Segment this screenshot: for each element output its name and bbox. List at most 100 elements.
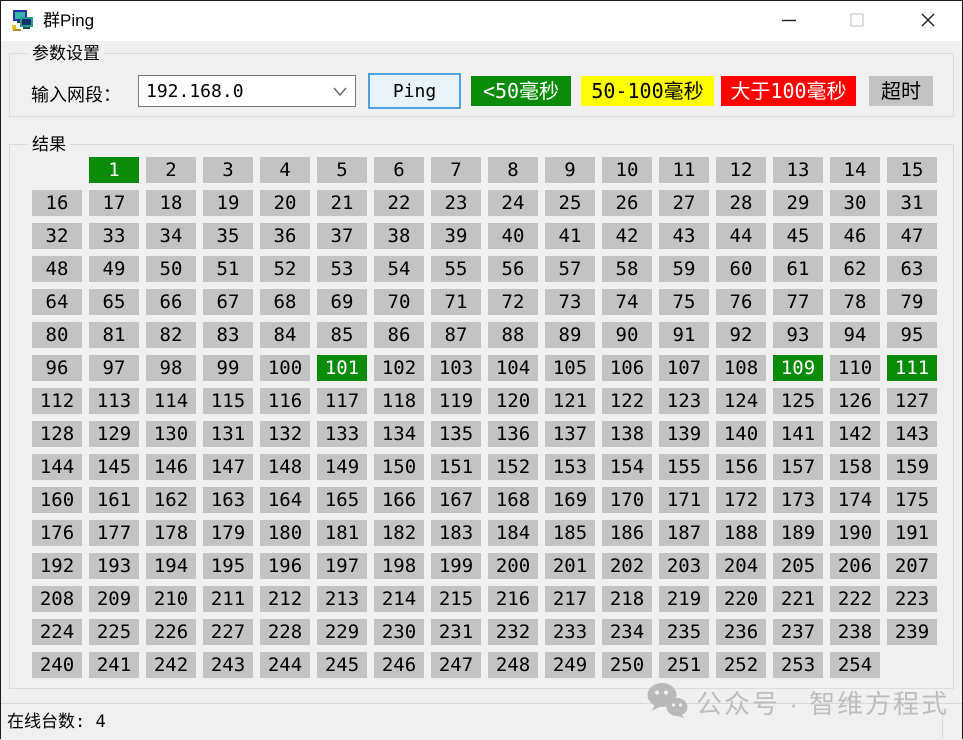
result-cell: 206 <box>830 553 880 579</box>
result-cell: 69 <box>317 289 367 315</box>
result-cell: 145 <box>89 454 139 480</box>
result-cell: 86 <box>374 322 424 348</box>
result-cell: 137 <box>545 421 595 447</box>
result-cell: 239 <box>887 619 937 645</box>
result-cell: 138 <box>602 421 652 447</box>
result-cell: 114 <box>146 388 196 414</box>
result-cell: 154 <box>602 454 652 480</box>
result-cell: 15 <box>887 157 937 183</box>
result-cell: 51 <box>203 256 253 282</box>
result-cell: 241 <box>89 652 139 678</box>
result-cell: 144 <box>32 454 82 480</box>
result-cell: 9 <box>545 157 595 183</box>
result-cell: 60 <box>716 256 766 282</box>
result-cell: 68 <box>260 289 310 315</box>
result-cell: 233 <box>545 619 595 645</box>
result-cell: 249 <box>545 652 595 678</box>
result-cell: 94 <box>830 322 880 348</box>
result-cell: 127 <box>887 388 937 414</box>
result-cell: 105 <box>545 355 595 381</box>
result-cell: 119 <box>431 388 481 414</box>
result-cell: 96 <box>32 355 82 381</box>
result-cell: 97 <box>89 355 139 381</box>
result-cell: 223 <box>887 586 937 612</box>
result-cell: 2 <box>146 157 196 183</box>
result-cell: 226 <box>146 619 196 645</box>
result-cell: 181 <box>317 520 367 546</box>
result-cell: 113 <box>89 388 139 414</box>
result-cell: 49 <box>89 256 139 282</box>
result-cell: 112 <box>32 388 82 414</box>
result-cell: 178 <box>146 520 196 546</box>
result-cell: 24 <box>488 190 538 216</box>
result-cell: 136 <box>488 421 538 447</box>
result-cell: 198 <box>374 553 424 579</box>
result-cell: 93 <box>773 322 823 348</box>
result-cell: 237 <box>773 619 823 645</box>
result-cell: 159 <box>887 454 937 480</box>
result-cell: 106 <box>602 355 652 381</box>
result-cell: 164 <box>260 487 310 513</box>
result-cell: 219 <box>659 586 709 612</box>
result-cell: 72 <box>488 289 538 315</box>
result-cell-online: 109 <box>773 355 823 381</box>
result-cell: 42 <box>602 223 652 249</box>
result-cell: 143 <box>887 421 937 447</box>
result-cell: 243 <box>203 652 253 678</box>
result-cell: 167 <box>431 487 481 513</box>
result-cell: 185 <box>545 520 595 546</box>
result-cell: 182 <box>374 520 424 546</box>
result-cell: 21 <box>317 190 367 216</box>
result-cell: 230 <box>374 619 424 645</box>
result-cell: 62 <box>830 256 880 282</box>
result-cell: 196 <box>260 553 310 579</box>
result-cell: 247 <box>431 652 481 678</box>
result-cell: 122 <box>602 388 652 414</box>
result-cell: 75 <box>659 289 709 315</box>
result-cell-online: 1 <box>89 157 139 183</box>
result-cell: 162 <box>146 487 196 513</box>
result-cell: 173 <box>773 487 823 513</box>
result-cell: 205 <box>773 553 823 579</box>
result-cell: 16 <box>32 190 82 216</box>
result-cell: 242 <box>146 652 196 678</box>
result-cell: 177 <box>89 520 139 546</box>
result-cell: 32 <box>32 223 82 249</box>
result-cell: 186 <box>602 520 652 546</box>
result-cell: 153 <box>545 454 595 480</box>
result-cell: 208 <box>32 586 82 612</box>
result-cell: 90 <box>602 322 652 348</box>
result-cell: 220 <box>716 586 766 612</box>
result-cell: 73 <box>545 289 595 315</box>
result-cell: 7 <box>431 157 481 183</box>
result-cell: 149 <box>317 454 367 480</box>
result-cell: 253 <box>773 652 823 678</box>
result-cell: 229 <box>317 619 367 645</box>
result-cell: 199 <box>431 553 481 579</box>
result-cell: 130 <box>146 421 196 447</box>
result-cell: 82 <box>146 322 196 348</box>
result-cell: 147 <box>203 454 253 480</box>
result-cell: 40 <box>488 223 538 249</box>
app-window: 群Ping 参数设置 输入网段： 192.168.0 Ping <50毫秒50-… <box>0 0 963 739</box>
result-cell: 204 <box>716 553 766 579</box>
result-cell: 46 <box>830 223 880 249</box>
result-cell: 57 <box>545 256 595 282</box>
result-cell: 209 <box>89 586 139 612</box>
result-cell: 179 <box>203 520 253 546</box>
result-cell: 200 <box>488 553 538 579</box>
result-cell: 183 <box>431 520 481 546</box>
status-bar: 在线台数: 4 <box>1 703 962 740</box>
result-cell: 98 <box>146 355 196 381</box>
result-cell: 221 <box>773 586 823 612</box>
result-cell: 54 <box>374 256 424 282</box>
result-cell: 118 <box>374 388 424 414</box>
result-cell: 202 <box>602 553 652 579</box>
result-cell: 121 <box>545 388 595 414</box>
result-cell: 234 <box>602 619 652 645</box>
result-cell: 139 <box>659 421 709 447</box>
result-cell: 10 <box>602 157 652 183</box>
result-cell: 193 <box>89 553 139 579</box>
result-cell: 27 <box>659 190 709 216</box>
result-cell: 227 <box>203 619 253 645</box>
